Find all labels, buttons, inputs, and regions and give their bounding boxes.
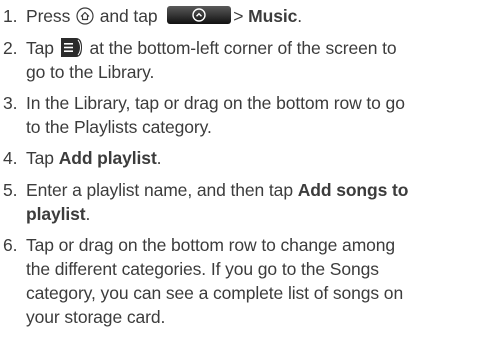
step-text-part: Press bbox=[26, 6, 71, 26]
step-line: Press and tap > Music. bbox=[26, 4, 480, 28]
step-line: playlist. bbox=[26, 202, 480, 226]
step-text: In the Library, tap or drag on the botto… bbox=[26, 91, 480, 139]
step-line: Tap at the bottom-left corner of the scr… bbox=[26, 36, 480, 60]
library-icon bbox=[60, 38, 82, 57]
step-number: 2. bbox=[3, 38, 18, 58]
step-number: 3. bbox=[3, 93, 18, 113]
circle-chevron-icon bbox=[192, 8, 206, 22]
step-line: In the Library, tap or drag on the botto… bbox=[26, 93, 405, 113]
step-line: Enter a playlist name, and then tap Add … bbox=[26, 178, 480, 202]
add-songs-label-cont: playlist bbox=[26, 204, 86, 224]
step-text-part: and tap bbox=[99, 6, 158, 26]
step-text-part: > bbox=[233, 6, 249, 26]
step-number: 4. bbox=[3, 148, 18, 168]
add-songs-label: Add songs to bbox=[297, 180, 409, 200]
step-text-part: . bbox=[156, 148, 162, 168]
step-line: category, you can see a complete list of… bbox=[26, 283, 404, 303]
step-text-part: Enter a playlist name, and then tap bbox=[26, 180, 298, 200]
step-line: go to the Library. bbox=[26, 62, 155, 82]
step-text-part: . bbox=[297, 6, 302, 26]
step-number: 1. bbox=[3, 6, 18, 26]
all-apps-button-icon bbox=[167, 6, 232, 24]
music-label: Music bbox=[248, 6, 298, 26]
step-text: Tap at the bottom-left corner of the scr… bbox=[26, 36, 480, 84]
step-text-part: Tap bbox=[26, 148, 59, 168]
step-number: 6. bbox=[3, 235, 18, 255]
step-line: your storage card. bbox=[26, 307, 166, 327]
step-number: 5. bbox=[3, 180, 18, 200]
add-playlist-label: Add playlist bbox=[58, 148, 157, 168]
step-text-part: Tap bbox=[26, 38, 54, 58]
step-text-part: . bbox=[85, 204, 91, 224]
step-line: Tap Add playlist. bbox=[26, 146, 480, 170]
library-button-icon bbox=[60, 38, 83, 57]
home-icon bbox=[76, 7, 94, 25]
step-line: Tap or drag on the bottom row to change … bbox=[26, 235, 396, 255]
step-text: Tap Add playlist. bbox=[26, 146, 480, 170]
step-line: the different categories. If you go to t… bbox=[26, 259, 379, 279]
step-text: Press and tap > Music. bbox=[26, 4, 480, 28]
step-text: Enter a playlist name, and then tap Add … bbox=[26, 178, 480, 226]
step-text-part: at the bottom-left corner of the screen … bbox=[89, 38, 397, 58]
step-text: Tap or drag on the bottom row to change … bbox=[26, 233, 480, 329]
step-line: to the Playlists category. bbox=[26, 117, 212, 137]
